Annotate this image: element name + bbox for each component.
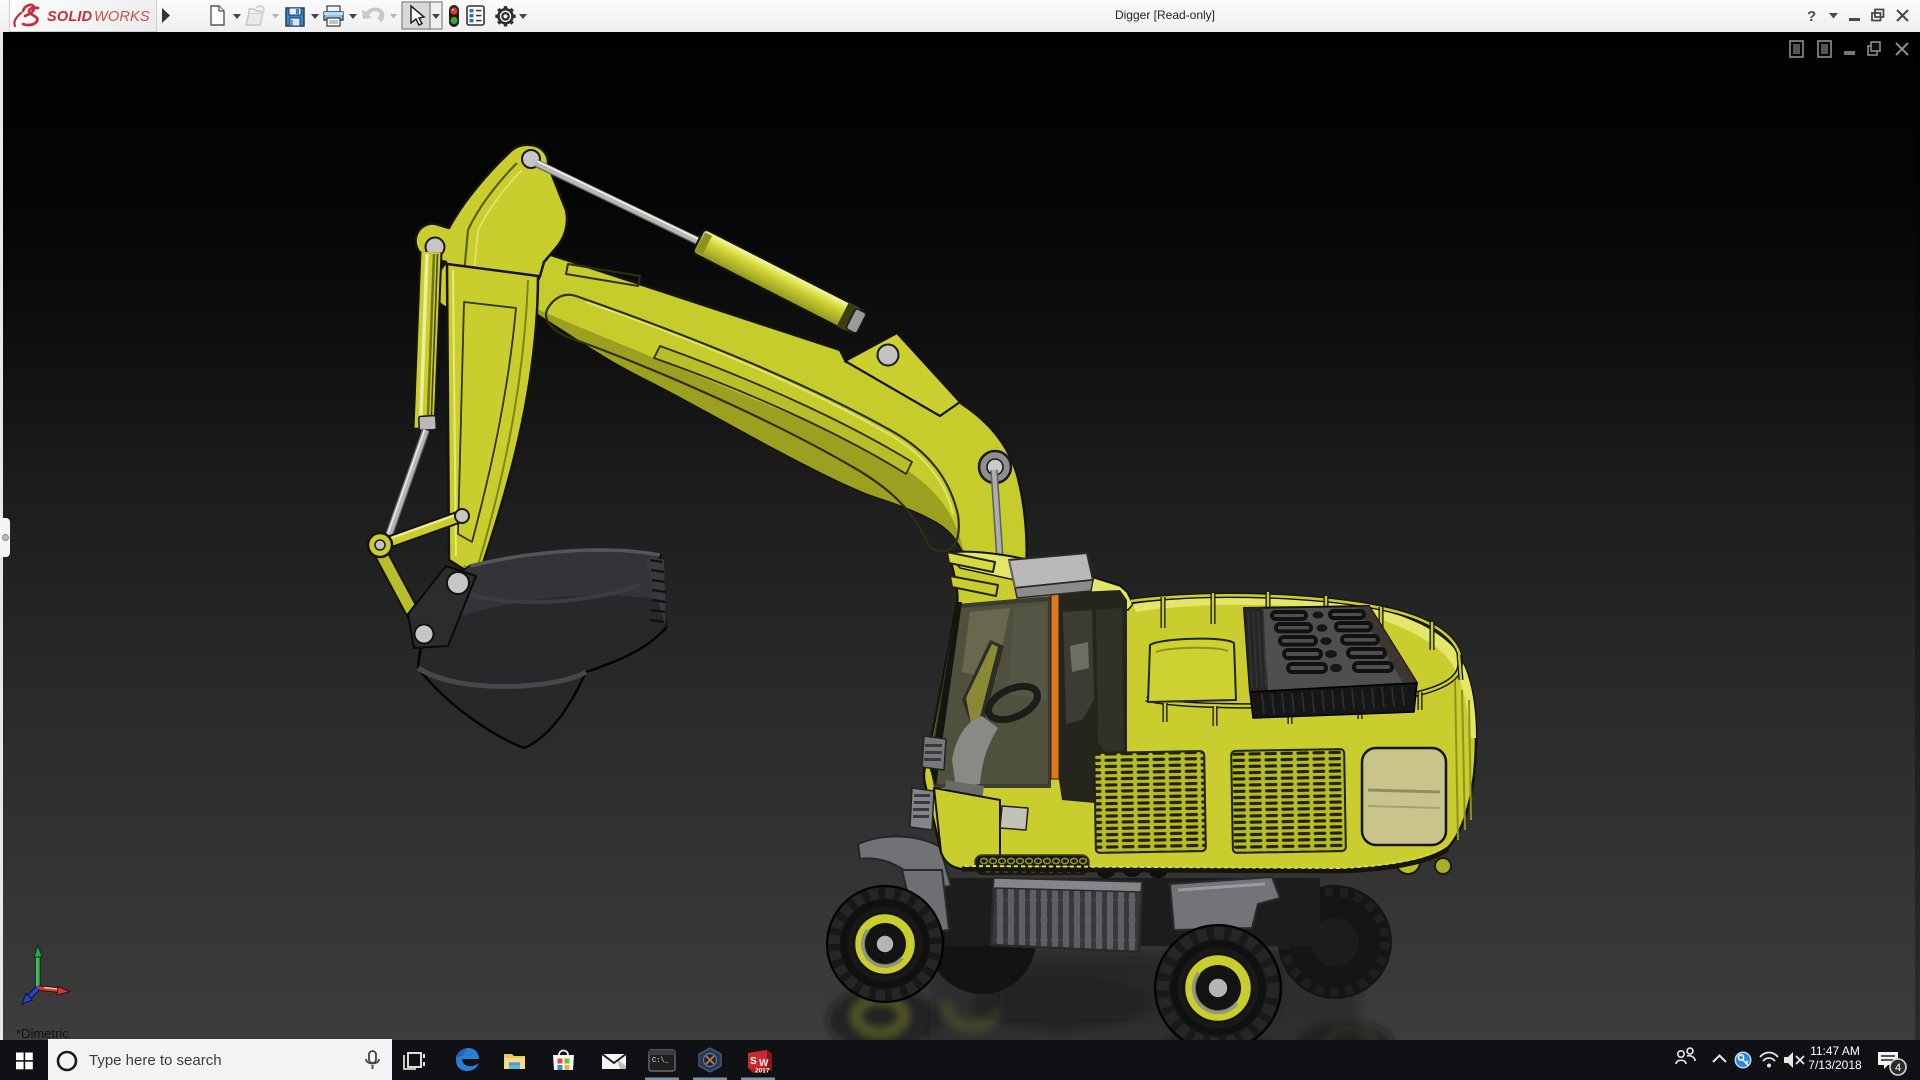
svg-text:C:\_: C:\_ — [652, 1057, 670, 1065]
svg-text:?: ? — [1807, 8, 1816, 25]
svg-text:2017: 2017 — [755, 1068, 770, 1075]
svg-text:S: S — [750, 1056, 757, 1067]
svg-text:WORKS: WORKS — [94, 9, 150, 25]
svg-text:4: 4 — [1895, 1062, 1901, 1074]
svg-text:SOLID: SOLID — [47, 9, 93, 25]
